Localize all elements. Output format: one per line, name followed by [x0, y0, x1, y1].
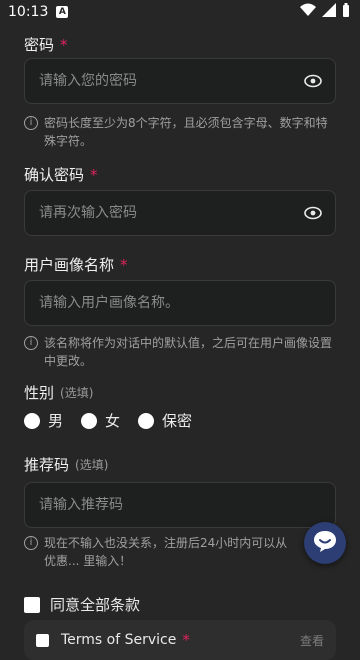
required-marker: *: [120, 255, 128, 274]
tos-view-link[interactable]: 查看: [300, 632, 324, 649]
password-field[interactable]: [24, 58, 336, 104]
persona-name-label-row: 用户画像名称 *: [24, 254, 128, 275]
password-label-row: 密码 *: [24, 34, 68, 55]
radio-button[interactable]: [24, 412, 40, 429]
referral-field[interactable]: [24, 482, 336, 528]
notification-icon: A: [56, 6, 69, 18]
gender-options: 男 女 保密: [24, 410, 192, 431]
referral-optional: (选填): [75, 458, 109, 472]
gender-option-label: 男: [48, 412, 64, 430]
password-label: 密码: [24, 36, 55, 54]
tos-row[interactable]: Terms of Service * 查看: [24, 620, 336, 660]
referral-hint: i 现在不输入也没关系，注册后24小时内可以从优惠... 里输入！: [24, 534, 294, 570]
agree-all-row[interactable]: 同意全部条款: [24, 594, 140, 615]
persona-name-hint: i 该名称将作为对话中的默认值，之后可在用户画像设置中更改。: [24, 334, 336, 370]
confirm-password-input[interactable]: [37, 204, 303, 222]
battery-icon: [342, 3, 350, 21]
confirm-password-label: 确认密码: [24, 166, 85, 184]
persona-name-field[interactable]: [24, 280, 336, 326]
gender-label-row: 性别 (选填): [24, 382, 93, 403]
gender-label: 性别: [24, 384, 55, 402]
confirm-password-label-row: 确认密码 *: [24, 164, 98, 185]
gender-option-label: 保密: [162, 412, 193, 430]
required-marker: *: [90, 165, 98, 184]
radio-button[interactable]: [138, 412, 155, 429]
tos-label: Terms of Service: [61, 632, 177, 648]
tos-checkbox[interactable]: [36, 633, 49, 647]
password-hint-text: 密码长度至少为8个字符，且必须包含字母、数字和特殊字符。: [44, 116, 328, 148]
gender-option-private[interactable]: 保密: [138, 410, 192, 431]
password-hint: i 密码长度至少为8个字符，且必须包含字母、数字和特殊字符。: [24, 114, 336, 150]
info-icon: i: [24, 116, 38, 130]
gender-option-female[interactable]: 女: [81, 410, 120, 431]
gender-option-label: 女: [105, 412, 121, 430]
info-icon: i: [24, 336, 38, 350]
eye-icon[interactable]: [303, 71, 323, 91]
referral-hint-text: 现在不输入也没关系，注册后24小时内可以从优惠... 里输入！: [44, 536, 288, 568]
gender-option-male[interactable]: 男: [24, 410, 63, 431]
status-time: 10:13: [8, 4, 49, 20]
radio-button[interactable]: [81, 412, 98, 429]
eye-icon[interactable]: [303, 203, 323, 223]
password-input[interactable]: [37, 72, 303, 90]
chat-button[interactable]: [304, 522, 346, 564]
referral-label: 推荐码: [24, 456, 70, 474]
chat-icon: [312, 529, 338, 557]
agree-all-label: 同意全部条款: [50, 596, 141, 614]
wifi-icon: [300, 3, 316, 21]
required-marker: *: [60, 35, 68, 54]
referral-input[interactable]: [37, 496, 323, 514]
status-bar: 10:13 A: [0, 0, 360, 24]
agree-all-checkbox[interactable]: [24, 596, 40, 613]
referral-label-row: 推荐码 (选填): [24, 454, 108, 475]
info-icon: i: [24, 536, 38, 550]
persona-name-input[interactable]: [37, 294, 323, 312]
signal-icon: [322, 3, 336, 21]
required-marker: *: [182, 631, 190, 649]
confirm-password-field[interactable]: [24, 190, 336, 236]
persona-name-hint-text: 该名称将作为对话中的默认值，之后可在用户画像设置中更改。: [44, 336, 333, 368]
gender-optional: (选填): [60, 386, 94, 400]
persona-name-label: 用户画像名称: [24, 256, 115, 274]
